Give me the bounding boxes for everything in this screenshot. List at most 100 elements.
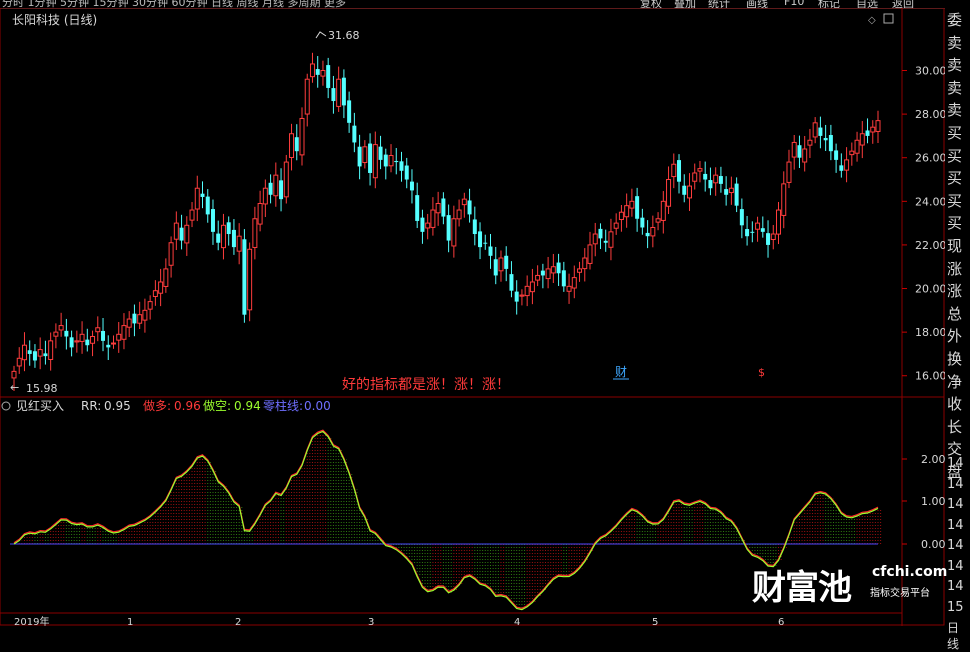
date-axis: 2019年 1 2 3 4 5 6 [14, 615, 784, 626]
candle-down [409, 181, 414, 191]
candle-up [184, 224, 190, 244]
candle-down [834, 150, 839, 160]
candle-down [488, 246, 493, 256]
date-label-6: 6 [778, 617, 784, 626]
candle-down [509, 274, 514, 291]
candle-up [152, 290, 158, 297]
quote-field-value: 15 [947, 599, 964, 615]
candle-down [231, 229, 236, 248]
candle-up [121, 325, 127, 340]
zero-line-label: 零柱线: [263, 398, 303, 413]
price-tick-label: 16.00 [915, 370, 945, 383]
indicator-toggle-icon[interactable] [1, 401, 11, 411]
quote-field-label: 买 [947, 146, 963, 165]
maximize-icon[interactable] [883, 13, 894, 24]
price-tick-label: 20.00 [915, 283, 945, 296]
zuoduo-value: 0.96 [174, 399, 201, 413]
candle-down [383, 154, 388, 167]
candle-up [110, 342, 116, 345]
candle-up [137, 314, 143, 324]
candle-up [273, 174, 279, 197]
candle-up [299, 117, 305, 156]
toolbar-button-f10[interactable]: F10 [784, 0, 804, 8]
candle-down [179, 227, 184, 241]
quote-field-label: 总 [947, 304, 963, 323]
candle-up [566, 285, 572, 292]
indicator-header: 见红买入 RR: 0.95 做多: 0.96 做空: 0.94 零柱线: 0.0… [1, 398, 331, 413]
candle-up [79, 333, 85, 342]
candle-down [766, 233, 771, 245]
candle-up [618, 211, 624, 221]
candle-up [309, 63, 315, 78]
candle-up [524, 285, 530, 297]
quote-field-label: 涨 [947, 259, 963, 278]
candle-down [200, 193, 205, 197]
candle-up [613, 222, 619, 229]
finance-marker[interactable]: 财 [615, 365, 627, 379]
candle-down [216, 233, 221, 243]
quote-field-label: 买 [947, 191, 963, 210]
candle-up [577, 268, 583, 273]
candle-up [95, 327, 101, 333]
candle-down [598, 228, 603, 239]
quote-field-label: 买 [947, 214, 963, 233]
quote-field-label: 净 [947, 372, 963, 391]
candle-down [472, 219, 477, 235]
candle-down [734, 183, 739, 206]
candle-down [294, 137, 299, 152]
dividend-marker[interactable]: $ [758, 366, 765, 379]
candle-up [456, 209, 462, 220]
candle-down [64, 330, 69, 337]
candle-down [818, 127, 823, 136]
candle-down [828, 135, 833, 152]
high-price-annotation: 31.68 [328, 29, 360, 42]
candle-down [32, 351, 37, 361]
candle-up [535, 274, 541, 281]
candle-up [776, 209, 782, 235]
candle-down [347, 100, 352, 123]
candle-down [446, 215, 451, 241]
candle-up [650, 226, 656, 237]
candle-up [844, 159, 850, 171]
candle-down [43, 353, 48, 357]
candle-down [27, 350, 32, 354]
candle-down [210, 209, 215, 232]
candle-down [441, 198, 446, 217]
candle-down [703, 173, 708, 180]
quote-field-label: 卖 [947, 33, 963, 52]
candle-up [247, 248, 253, 311]
period-indicator: 日线 [947, 621, 960, 651]
quote-side-panel: 委卖卖卖卖买买买买买现涨涨总外换净收长交盘 14 14 14 14 14 14 14 15 日… [945, 8, 970, 651]
candle-up [425, 222, 431, 229]
candle-up [692, 172, 698, 182]
candle-down [561, 270, 566, 287]
candle-down [603, 240, 608, 243]
candle-down [378, 146, 383, 160]
candle-up [770, 233, 776, 241]
candle-down [645, 232, 650, 237]
candle-up [859, 133, 865, 146]
candle-up [755, 222, 761, 230]
zuokong-line [13, 430, 879, 611]
candle-up [220, 224, 226, 249]
quote-field-value: 14 [947, 476, 964, 492]
candle-down [493, 259, 498, 276]
diamond-icon[interactable]: ◇ [868, 15, 876, 26]
price-tick-label: 24.00 [915, 195, 945, 208]
rr-value: 0.95 [104, 399, 131, 413]
candle-up [686, 185, 692, 199]
candle-up [336, 78, 342, 107]
quote-field-value: 14 [947, 497, 964, 512]
candle-down [404, 165, 409, 180]
price-tick-label: 22.00 [915, 239, 945, 252]
candle-down [315, 69, 320, 75]
candle-up [849, 150, 855, 156]
candle-up [48, 340, 54, 360]
candle-down [640, 217, 645, 228]
candle-up [624, 205, 630, 218]
candle-up [372, 144, 378, 179]
zuokong-value: 0.94 [234, 399, 261, 413]
candle-down [750, 231, 755, 233]
kline-chart[interactable]: 长阳科技 (日线) ◇ 30.0028.0026.0024.0022.0020.… [0, 8, 945, 626]
date-label-1: 1 [127, 617, 133, 626]
